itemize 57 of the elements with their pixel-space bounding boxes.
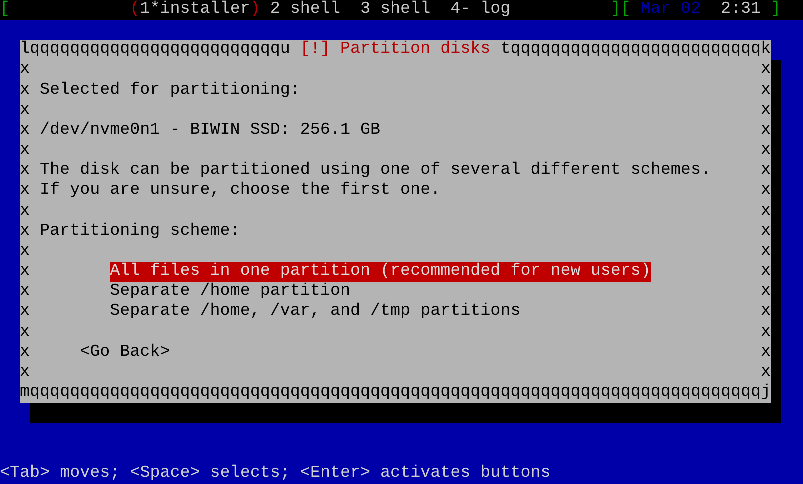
dialog-border: x (761, 202, 772, 222)
dialog-border: x (20, 302, 30, 322)
dialog-text: Partitioning scheme: (40, 222, 240, 242)
status-text: ) (250, 0, 260, 20)
status-text: ][ (610, 0, 631, 20)
dialog-border: x (761, 262, 772, 282)
status-text: ( (130, 0, 140, 20)
dialog-border: x (20, 222, 30, 242)
dialog-border: x (20, 362, 30, 383)
dialog-border: x (20, 141, 30, 162)
dialog-border: x (761, 120, 772, 142)
dialog-border: x (20, 161, 30, 182)
dialog-border: x (761, 80, 772, 101)
status-text: 1*installer (140, 0, 250, 20)
dialog-title: [!] Partition disks (300, 40, 491, 60)
dialog-border: x (761, 242, 772, 262)
status-text: 3 shell (360, 0, 431, 20)
dialog-border: tqqqqqqqqqqqqqqqqqqqqqqqqqk (500, 40, 772, 60)
status-text: [ (0, 0, 10, 20)
dialog-border: x (761, 181, 772, 202)
dialog-border: x (761, 222, 772, 242)
dialog-border: x (20, 80, 30, 101)
dialog-border: x (20, 202, 30, 222)
dialog-border: x (20, 342, 30, 363)
dialog-border: x (20, 322, 30, 343)
status-text: 4- log (450, 0, 511, 20)
go-back-button[interactable]: <Go Back> (80, 342, 170, 363)
dialog-border: x (20, 181, 30, 202)
dialog-border: x (761, 282, 772, 302)
dialog-text: If you are unsure, choose the first one. (40, 181, 441, 202)
dialog-border: x (761, 141, 772, 162)
scheme-option[interactable]: Separate /home partition (110, 282, 350, 302)
dialog-border: x (761, 161, 772, 182)
dialog-border: x (761, 302, 772, 322)
status-text: 2 shell (270, 0, 340, 20)
scheme-option[interactable]: All files in one partition (recommended for new users) (110, 262, 651, 282)
dialog-text: The disk can be partitioned using one of several different schemes. (40, 161, 711, 182)
dialog-border: x (20, 262, 30, 282)
dialog-border: x (20, 282, 30, 302)
scheme-option[interactable]: Separate /home, /var, and /tmp partitions (110, 302, 521, 322)
dialog-border: x (761, 60, 772, 81)
dialog-text: Selected for partitioning: (40, 80, 300, 101)
dialog-border: x (761, 342, 772, 363)
status-text: ] (771, 0, 782, 20)
help-text: <Tab> moves; <Space> selects; <Enter> activates buttons (0, 464, 551, 484)
dialog-border: x (761, 100, 772, 121)
dialog-border: x (761, 322, 772, 343)
dialog-border: x (20, 120, 30, 142)
dialog-border: x (20, 60, 30, 81)
dialog-border: x (20, 242, 30, 262)
status-text: 2:31 (720, 0, 762, 20)
dialog-text: /dev/nvme0n1 - BIWIN SSD: 256.1 GB (40, 120, 381, 142)
dialog-border: x (20, 100, 30, 121)
status-text: Mar 02 (640, 0, 701, 20)
dialog-border: mqqqqqqqqqqqqqqqqqqqqqqqqqqqqqqqqqqqqqqqqqqqqqqqqqqqqqqqqqqqqqqqqqqqqqqqqqj (20, 382, 772, 404)
dialog-border: x (761, 362, 772, 383)
dialog-border: lqqqqqqqqqqqqqqqqqqqqqqqqqu (20, 40, 290, 60)
